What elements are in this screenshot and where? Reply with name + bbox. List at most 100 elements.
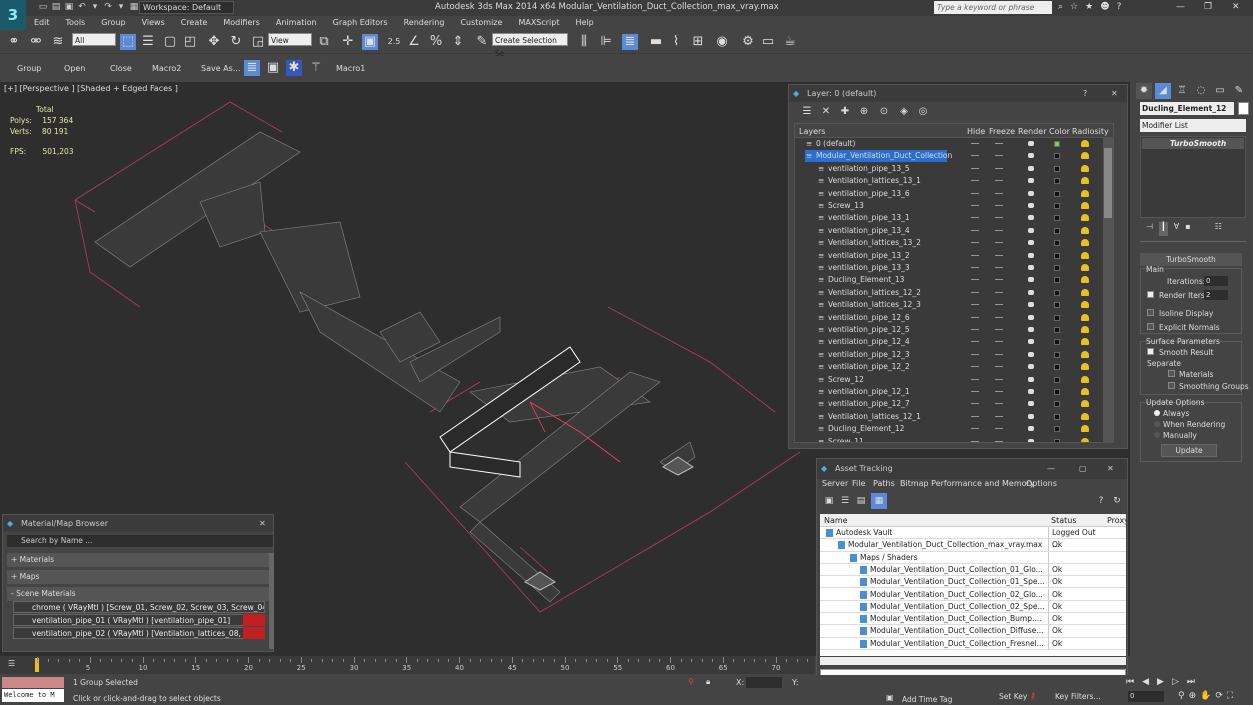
toggle-dash[interactable] <box>971 242 979 244</box>
render-teapot-icon[interactable] <box>1028 302 1034 308</box>
toggle-dash[interactable] <box>971 167 979 169</box>
wand-icon[interactable]: ⚚ <box>308 60 324 76</box>
pivot-icon[interactable]: ⧉ <box>316 34 332 50</box>
toggle-dash[interactable] <box>995 316 1003 318</box>
user-icon[interactable]: ☻ <box>1100 2 1109 12</box>
layer-row[interactable]: ≡ ventilation_pipe_13_4 <box>795 225 1113 237</box>
restore-icon[interactable]: ❐ <box>1204 2 1212 12</box>
layer-row[interactable]: ≡ Screw_12 <box>795 374 1113 386</box>
toggle-dash[interactable] <box>971 415 979 417</box>
radiosity-icon[interactable] <box>1081 375 1089 383</box>
toggle-dash[interactable] <box>971 353 979 355</box>
unlink-icon[interactable]: ⚮ <box>28 34 44 50</box>
manually-radio[interactable] <box>1154 432 1160 438</box>
select-object-icon[interactable]: ⬚ <box>120 34 136 50</box>
toggle-dash[interactable] <box>995 180 1003 182</box>
toggle-dash[interactable] <box>995 403 1003 405</box>
help-button[interactable]: ? <box>1083 85 1087 102</box>
asset-row[interactable]: Modular_Ventilation_Duct_Collection_02_S… <box>820 600 1126 614</box>
layer-row[interactable]: ≡ ventilation_pipe_13_6 <box>795 188 1113 200</box>
toggle-dash[interactable] <box>995 205 1003 206</box>
render-teapot-icon[interactable] <box>1028 413 1034 419</box>
menu-edit[interactable]: Edit <box>26 16 58 30</box>
maxscript-listener[interactable]: Welcome to M <box>2 689 64 702</box>
layer-color-swatch[interactable] <box>1054 401 1060 408</box>
asset-row[interactable]: Modular_Ventilation_Duct_Collection_01_G… <box>820 563 1126 577</box>
move-icon[interactable]: ✥ <box>206 34 222 50</box>
configure-sets-icon[interactable]: ☷ <box>1215 222 1222 236</box>
layer-color-swatch[interactable] <box>1054 203 1060 209</box>
highlight-layer-icon[interactable]: ◈ <box>896 104 912 120</box>
asset-minimize-icon[interactable]: — <box>1047 459 1055 479</box>
radiosity-icon[interactable] <box>1081 338 1089 346</box>
timeline[interactable]: ☰ 5 10 15 20 25 30 35 40 45 50 55 60 65 70 <box>0 656 815 674</box>
layer-scrollbar[interactable] <box>1103 138 1113 442</box>
rect-select-icon[interactable]: ▢ <box>162 34 178 50</box>
schematic-view-icon[interactable]: ⊞ <box>690 34 706 50</box>
workspace-dropdown[interactable]: Workspace: Default <box>139 1 234 14</box>
section-maps[interactable]: + Maps <box>7 570 270 584</box>
asset-row[interactable]: Modular_Ventilation_Duct_Collection_Bump… <box>820 613 1126 626</box>
scale-icon[interactable]: ◲ <box>250 34 266 50</box>
menu-customize[interactable]: Customize <box>452 16 510 30</box>
toggle-dash[interactable] <box>995 155 1003 157</box>
toggle-dash[interactable] <box>995 291 1003 293</box>
pin-icon[interactable]: ⚲ <box>688 677 694 686</box>
modify-tab-icon[interactable]: ◢ <box>1155 83 1171 99</box>
layer-row[interactable]: ≡ ventilation_pipe_13_5 <box>795 163 1113 175</box>
menu-tools[interactable]: Tools <box>58 16 94 30</box>
radiosity-icon[interactable] <box>1081 425 1089 433</box>
asset-row[interactable]: Maps / Shaders <box>820 551 1126 564</box>
prev-frame-icon[interactable]: ◀ <box>1142 677 1149 687</box>
motion-tab-icon[interactable]: ◌ <box>1193 83 1209 99</box>
redo-dropdown-icon[interactable]: ▾ <box>116 2 126 12</box>
col-hide[interactable]: Hide <box>967 127 985 136</box>
render-teapot-icon[interactable] <box>1028 165 1034 171</box>
render-production-icon[interactable]: ☕ <box>782 34 798 50</box>
render-teapot-icon[interactable] <box>1028 289 1034 295</box>
layer-color-swatch[interactable] <box>1054 277 1060 284</box>
radiosity-icon[interactable] <box>1081 350 1089 358</box>
layer-color-swatch[interactable] <box>1054 376 1060 383</box>
toggle-dash[interactable] <box>971 291 979 293</box>
render-teapot-icon[interactable] <box>1028 141 1034 146</box>
layer-row[interactable]: ≡ Ducling_Element_12 <box>795 423 1113 435</box>
col-freeze[interactable]: Freeze <box>989 127 1015 136</box>
toggle-dash[interactable] <box>971 341 979 343</box>
keyboard-shortcut-icon[interactable]: ▣ <box>362 34 378 50</box>
lock-selection-icon[interactable]: 🔒︎ <box>706 677 710 687</box>
when-rendering-radio[interactable] <box>1154 421 1160 427</box>
explicit-normals-checkbox[interactable] <box>1147 323 1154 330</box>
radiosity-icon[interactable] <box>1081 437 1089 442</box>
radiosity-icon[interactable] <box>1081 326 1089 333</box>
table-view-icon[interactable]: ▦ <box>871 493 887 509</box>
layer-row[interactable]: ≡ Ventilation_lattices_12_3 <box>795 299 1113 311</box>
remove-modifier-icon[interactable]: ▪ <box>1185 222 1190 236</box>
undo-icon[interactable]: ↶ <box>77 2 87 12</box>
radiosity-icon[interactable] <box>1081 388 1089 395</box>
render-teapot-icon[interactable] <box>1028 240 1034 246</box>
radiosity-icon[interactable] <box>1081 140 1089 147</box>
render-teapot-icon[interactable] <box>1028 351 1034 357</box>
radiosity-icon[interactable] <box>1081 164 1089 172</box>
radiosity-icon[interactable] <box>1081 251 1089 259</box>
pan-icon[interactable]: ✋ <box>1200 691 1211 701</box>
pin-stack-icon[interactable]: ⊣ <box>1146 222 1153 236</box>
goto-start-icon[interactable]: ⏮ <box>1126 677 1134 687</box>
layer-color-swatch[interactable] <box>1054 302 1060 309</box>
layer-color-swatch[interactable] <box>1054 389 1060 395</box>
reference-coordinate-dropdown[interactable]: View <box>268 33 312 46</box>
asset-hscroll[interactable] <box>820 657 1126 665</box>
render-teapot-icon[interactable] <box>1028 438 1034 442</box>
play-icon[interactable]: ▶ <box>1157 677 1164 687</box>
toggle-dash[interactable] <box>995 366 1003 368</box>
delete-layer-icon[interactable]: ✕ <box>818 104 834 120</box>
toggle-dash[interactable] <box>971 316 979 318</box>
toggle-dash[interactable] <box>971 403 979 405</box>
asset-refresh-icon[interactable]: ↻ <box>1109 493 1125 509</box>
modifier-list-dropdown[interactable]: Modifier List <box>1140 119 1246 132</box>
layer-color-swatch[interactable] <box>1054 289 1060 296</box>
percent-snap-icon[interactable]: % <box>428 34 444 50</box>
toggle-dash[interactable] <box>995 440 1003 442</box>
isoline-checkbox[interactable] <box>1147 309 1154 316</box>
